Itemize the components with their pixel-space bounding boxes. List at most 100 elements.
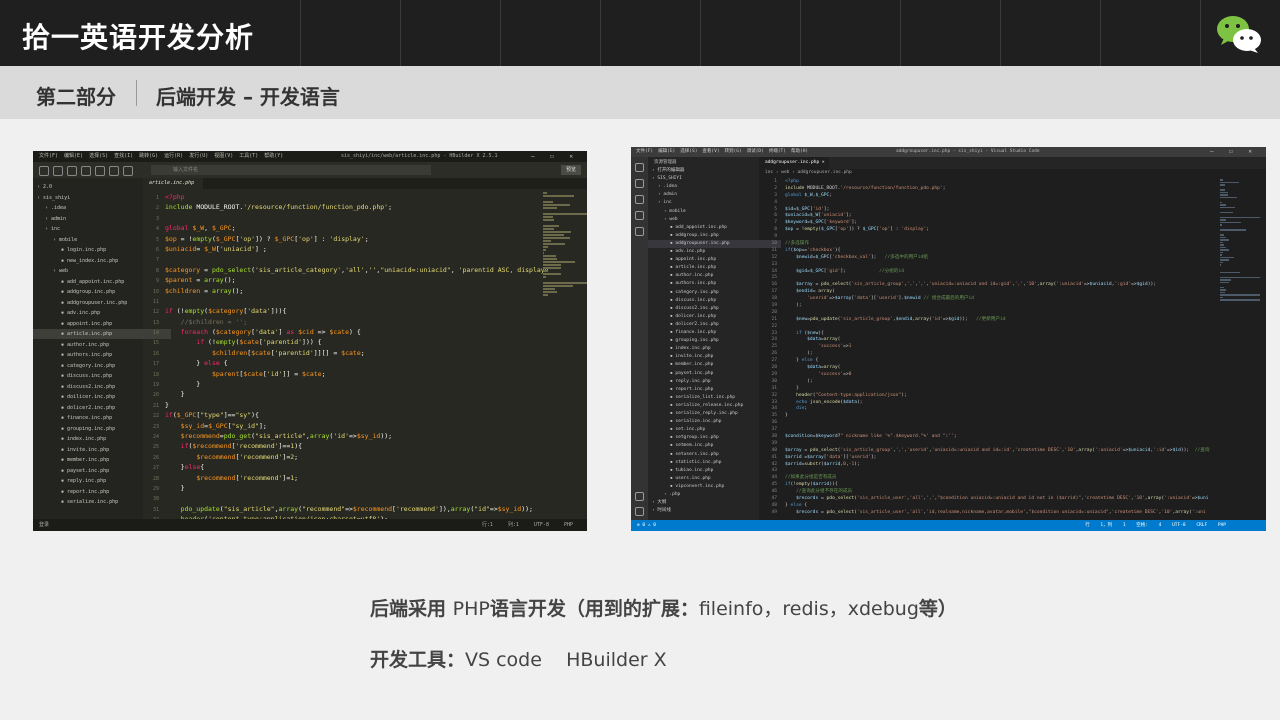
code-editor[interactable]: addgroupuser.inc.php × inc › web › addgr… [759, 157, 1266, 520]
code-line[interactable]: 2 include MODULE_ROOT.'/resource/function… [143, 202, 573, 212]
code-line[interactable]: 40 $array = pdo_select('sis_article_group… [759, 448, 1209, 455]
menu-item[interactable]: 视图(V) [214, 153, 233, 159]
tree-item[interactable]: ▪ index.inc.php [61, 434, 106, 444]
menu-item[interactable]: 查看(V) [702, 149, 719, 154]
tree-item[interactable]: ▪ member.inc.php [61, 455, 109, 465]
code-line[interactable]: 37 [759, 427, 1209, 434]
menu-item[interactable]: 文件(F) [636, 149, 653, 154]
code-line[interactable]: 42 $arrid=substr($arrid,0,-1); [759, 462, 1209, 469]
code-line[interactable]: 7 [143, 254, 573, 264]
menu-item[interactable]: 选择(S) [89, 153, 108, 159]
tree-item[interactable]: › 时间线 [652, 507, 671, 515]
code-line[interactable]: 22 [759, 324, 1209, 331]
menu-item[interactable]: 帮助(Y) [264, 153, 283, 159]
tree-item[interactable]: ▪ reply.inc.php [670, 378, 711, 386]
undo-icon[interactable] [67, 166, 77, 176]
tree-item[interactable]: ▪ grouping.inc.php [670, 337, 719, 345]
tree-item[interactable]: › admin [658, 191, 677, 199]
code-line[interactable]: 8 $op = !empty($_GPC['op']) ? $_GPC['op']… [759, 227, 1209, 234]
code-line[interactable]: 19 } [143, 379, 573, 389]
menu-item[interactable]: 文件(F) [39, 153, 58, 159]
code-line[interactable]: 27 } else { [759, 358, 1209, 365]
tree-item[interactable]: › .php [664, 491, 680, 499]
new-file-icon[interactable] [39, 166, 49, 176]
code-line[interactable]: 25 'success'=>1 [759, 344, 1209, 351]
tree-item[interactable]: › web [664, 216, 678, 224]
code-line[interactable]: 6 $uniacid= $_W['uniacid'] ; [143, 244, 573, 254]
code-line[interactable]: 28 $data=array( [759, 365, 1209, 372]
code-line[interactable]: 21} [143, 400, 573, 410]
code-line[interactable]: 10//多选操作 [759, 241, 1209, 248]
code-line[interactable]: 8 $category = pdo_select('sis_article_cat… [143, 265, 573, 275]
code-line[interactable]: 23 $sy_id=$_GPC["sy_id"]; [143, 421, 573, 431]
code-line[interactable]: 14 $gid=$_GPC['gid']; //分组的id [759, 269, 1209, 276]
tree-item[interactable]: ▪ adv.inc.php [61, 308, 100, 318]
tree-item[interactable]: ▪ author.inc.php [670, 272, 713, 280]
tree-item[interactable]: ▪ setmem.inc.php [670, 442, 713, 450]
code-line[interactable]: 39 [759, 441, 1209, 448]
tree-item[interactable]: › sis_shiyi [37, 193, 70, 203]
code-line[interactable]: 49 $records = pdo_select('sis_article_us… [759, 510, 1209, 517]
tree-item[interactable]: ▪ serialize_reply.inc.php [670, 410, 738, 418]
tree-item[interactable]: ▪ serialize.inc.php [670, 418, 721, 426]
code-line[interactable]: 29 } [143, 483, 573, 493]
code-line[interactable]: 27 }else{ [143, 462, 573, 472]
code-line[interactable]: 18 'userid'=>$array['data']['userid'].$n… [759, 296, 1209, 303]
tree-item[interactable]: ▪ report.inc.php [61, 487, 109, 497]
tree-item[interactable]: › .idea [658, 183, 677, 191]
tree-item[interactable]: › inc [45, 224, 60, 234]
code-line[interactable]: 24 $recommend=pdo_get("sis_article",arra… [143, 431, 573, 441]
tree-item[interactable]: ▪ author.inc.php [61, 340, 109, 350]
code-line[interactable]: 31 } [759, 386, 1209, 393]
wechat-icon[interactable] [1216, 14, 1262, 54]
gear-icon[interactable] [635, 507, 644, 516]
code-line[interactable]: 28 $recommend['recommend']=1; [143, 473, 573, 483]
save-icon[interactable] [53, 166, 63, 176]
tree-item[interactable]: ▪ dolicer.inc.php [670, 313, 716, 321]
code-editor[interactable]: article.inc.php 1 <?php 2 include MODULE_RO… [143, 178, 587, 531]
tab-article[interactable]: article.inc.php [143, 178, 203, 189]
account-icon[interactable] [635, 492, 644, 501]
back-icon[interactable] [81, 166, 91, 176]
tree-item[interactable]: ▪ authors.inc.php [670, 280, 716, 288]
tree-item[interactable]: ▪ adv.inc.php [670, 248, 705, 256]
menu-item[interactable]: 帮助(H) [791, 149, 808, 154]
tree-item[interactable]: ▪ set.inc.php [670, 426, 705, 434]
code-line[interactable]: 3 global $_W,$_GPC; [759, 193, 1209, 200]
tree-item[interactable]: ▪ addgroup.inc.php [61, 287, 115, 297]
file-search-input[interactable]: 输入文件名 [151, 165, 431, 175]
tab-addgroupuser[interactable]: addgroupuser.inc.php × [759, 157, 829, 169]
code-line[interactable]: 12 $newid=$_GPC['checkbox_val']; //多选中的用… [759, 255, 1209, 262]
code-line[interactable]: 1 <?php [759, 179, 1209, 186]
tree-item[interactable]: ▪ report.inc.php [670, 386, 713, 394]
code-line[interactable]: 11 [143, 296, 573, 306]
code-line[interactable]: 2 include MODULE_ROOT.'/resource/function… [759, 186, 1209, 193]
minimap[interactable] [543, 192, 587, 512]
code-line[interactable]: 14 foreach ($category['data'] as $cid =>… [143, 327, 573, 337]
tree-item[interactable]: › 大纲 [652, 499, 666, 507]
tree-item[interactable]: › mobile [664, 208, 686, 216]
code-line[interactable]: 19 ); [759, 303, 1209, 310]
code-line[interactable]: 29 'success'=>0 [759, 372, 1209, 379]
code-line[interactable]: 26 $recommend['recommend']=2; [143, 452, 573, 462]
minimap[interactable] [1220, 179, 1260, 379]
tree-item[interactable]: ▪ member.inc.php [670, 361, 713, 369]
code-line[interactable]: 34 die; [759, 406, 1209, 413]
code-line[interactable]: 25 if($recommend['recommend']==1){ [143, 441, 573, 451]
code-line[interactable]: 12 if (!empty($category['data'])){ [143, 306, 573, 316]
code-line[interactable]: 22 if($_GPC["type"]=="sy"){ [143, 410, 573, 420]
code-line[interactable]: 48} else { [759, 503, 1209, 510]
code-line[interactable]: 20 [759, 310, 1209, 317]
tree-item[interactable]: ▪ appoint.inc.php [670, 256, 716, 264]
tree-item[interactable]: ▪ appoint.inc.php [61, 319, 112, 329]
tree-item[interactable]: ▪ add_appoint.inc.php [61, 277, 124, 287]
menu-item[interactable]: 查找(I) [114, 153, 133, 159]
code-line[interactable]: 35} [759, 413, 1209, 420]
tree-item[interactable]: ▪ add_appoint.inc.php [670, 224, 727, 232]
tree-item[interactable]: ▪ doilicer.inc.php [61, 392, 115, 402]
tree-item[interactable]: ▪ tubiao.inc.php [670, 467, 713, 475]
tree-item[interactable]: ▪ serialize_release.inc.php [670, 402, 743, 410]
code-line[interactable]: 30 [143, 493, 573, 503]
extensions-icon[interactable] [635, 227, 644, 236]
tree-item[interactable]: ▪ addgroup.inc.php [670, 232, 719, 240]
